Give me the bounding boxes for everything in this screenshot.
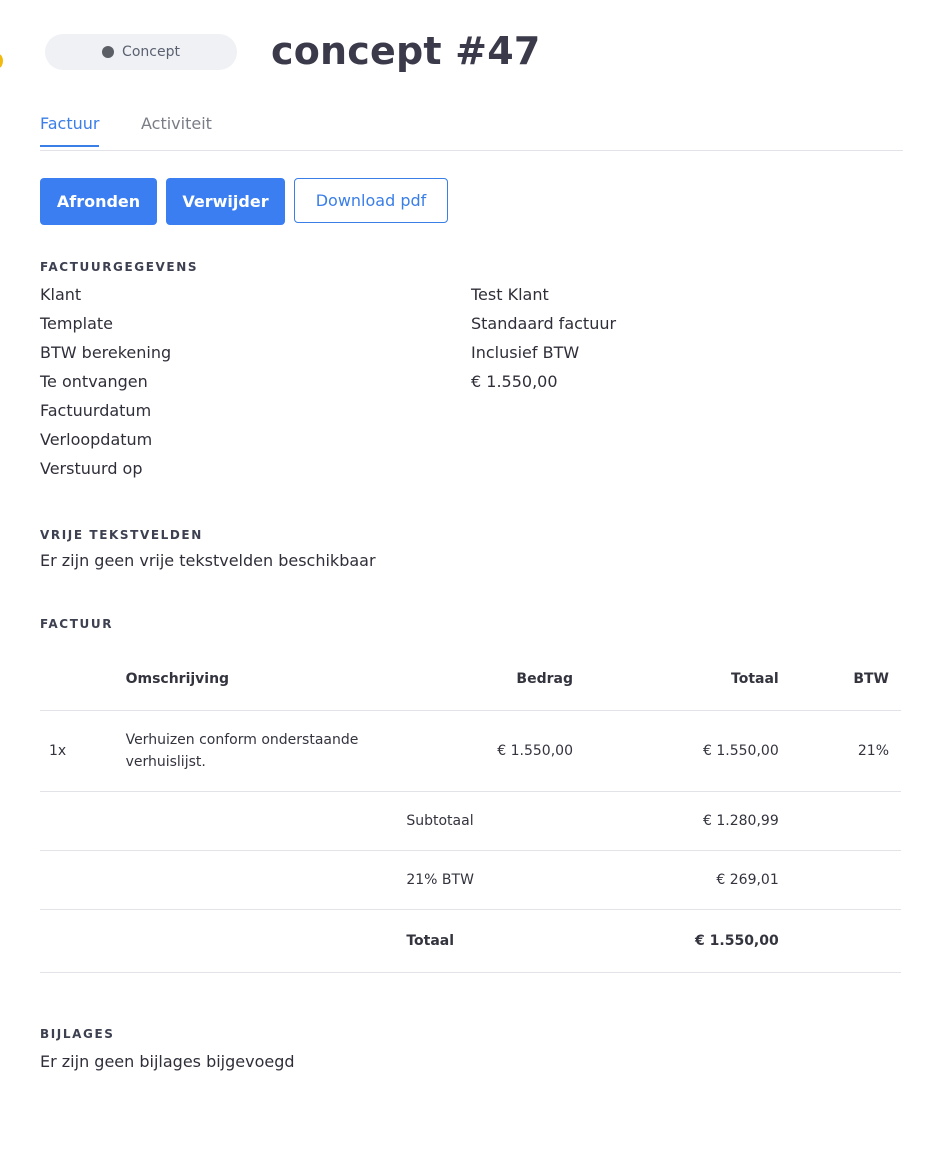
vat-label: 21% BTW: [406, 872, 474, 888]
invoice-header-row: Omschrijving Bedrag Totaal BTW: [40, 648, 901, 711]
delete-button[interactable]: Verwijder: [166, 178, 285, 225]
invoice-page: Concept concept #47 Factuur Activiteit A…: [0, 0, 943, 1152]
detail-label-verloopdatum: Verloopdatum: [40, 430, 153, 449]
tab-bar: Factuur Activiteit: [40, 108, 903, 151]
page-title: concept #47: [271, 29, 541, 73]
table-row: 1x Verhuizen conform onderstaande verhui…: [40, 711, 901, 792]
item-qty: 1x: [49, 743, 67, 759]
col-description-header: Omschrijving: [125, 671, 230, 687]
total-value: € 1.550,00: [695, 933, 779, 949]
tab-factuur[interactable]: Factuur: [40, 114, 100, 147]
detail-value-klant: Test Klant: [471, 285, 549, 304]
detail-value-btw-berekening: Inclusief BTW: [471, 343, 580, 362]
subtotal-row: Subtotaal € 1.280,99: [40, 792, 901, 851]
edge-accent-dot: [0, 54, 3, 68]
status-dot-icon: [102, 46, 115, 58]
vat-row: 21% BTW € 269,01: [40, 851, 901, 910]
item-vat: 21%: [857, 743, 889, 759]
free-fields-empty-text: Er zijn geen vrije tekstvelden beschikba…: [40, 551, 376, 570]
detail-label-verstuurd-op: Verstuurd op: [40, 459, 143, 478]
tab-activiteit[interactable]: Activiteit: [141, 114, 212, 145]
detail-label-factuurdatum: Factuurdatum: [40, 401, 152, 420]
status-badge-label: Concept: [122, 44, 180, 60]
free-fields-heading: VRIJE TEKSTVELDEN: [40, 528, 203, 542]
attachments-heading: BIJLAGES: [40, 1027, 115, 1041]
details-heading: FACTUURGEGEVENS: [40, 260, 199, 274]
detail-label-te-ontvangen: Te ontvangen: [40, 372, 148, 391]
detail-label-template: Template: [40, 314, 114, 333]
subtotal-label: Subtotaal: [406, 813, 474, 829]
invoice-table: Omschrijving Bedrag Totaal BTW 1x Verhui…: [40, 648, 901, 973]
status-badge: Concept: [45, 34, 237, 70]
item-description: Verhuizen conform onderstaande verhuisli…: [125, 732, 359, 770]
total-row: Totaal € 1.550,00: [40, 910, 901, 973]
item-total: € 1.550,00: [703, 743, 779, 759]
col-total-header: Totaal: [731, 671, 779, 687]
col-amount-header: Bedrag: [516, 671, 573, 687]
item-amount: € 1.550,00: [497, 743, 573, 759]
attachments-empty-text: Er zijn geen bijlages bijgevoegd: [40, 1052, 295, 1071]
download-pdf-button[interactable]: Download pdf: [294, 178, 448, 223]
subtotal-value: € 1.280,99: [703, 813, 779, 829]
col-qty-header: [40, 648, 126, 711]
invoice-heading: FACTUUR: [40, 617, 114, 631]
finish-button[interactable]: Afronden: [40, 178, 157, 225]
detail-label-btw-berekening: BTW berekening: [40, 343, 172, 362]
total-label: Totaal: [406, 933, 455, 949]
detail-value-template: Standaard factuur: [471, 314, 617, 333]
detail-value-te-ontvangen: € 1.550,00: [471, 372, 558, 391]
col-vat-header: BTW: [853, 671, 889, 687]
detail-label-klant: Klant: [40, 285, 82, 304]
vat-value: € 269,01: [716, 872, 779, 888]
